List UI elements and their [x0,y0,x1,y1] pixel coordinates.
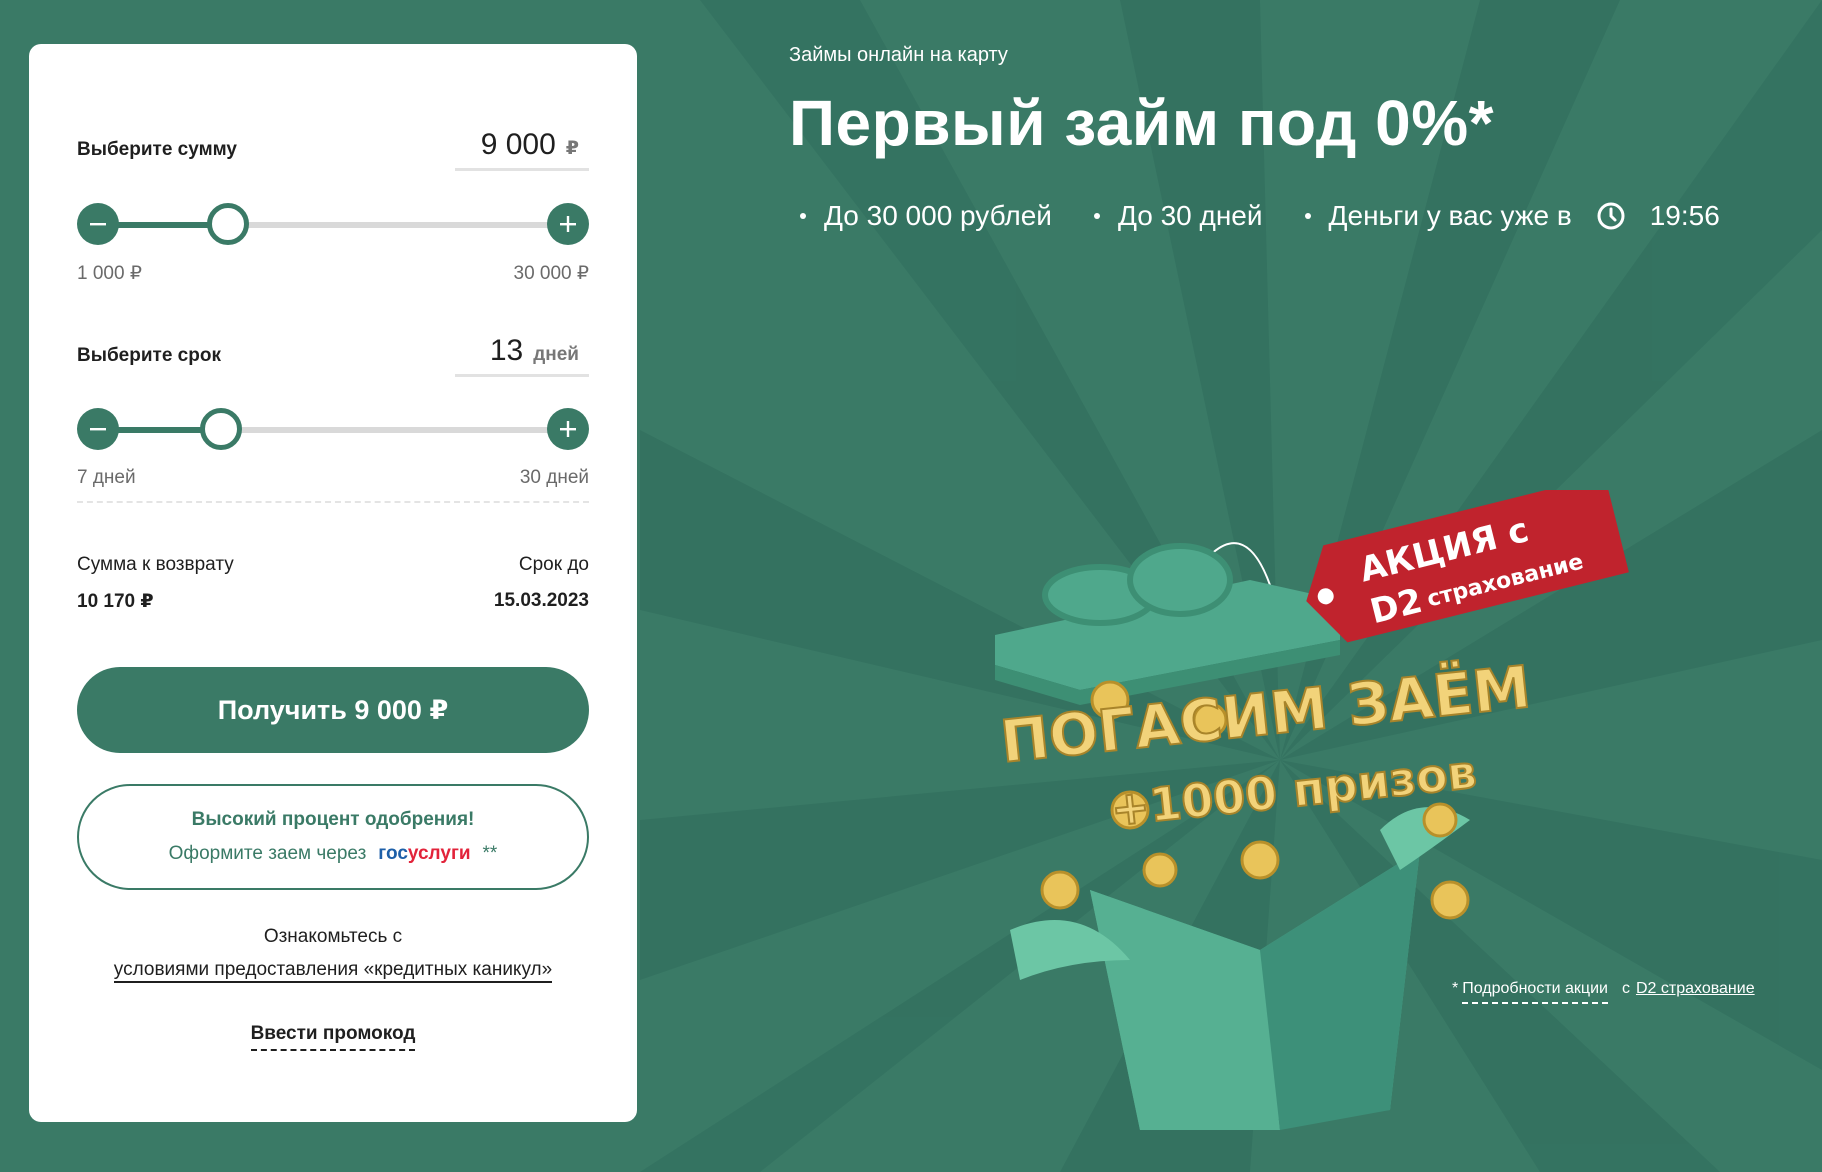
minus-icon [90,223,106,226]
hero-bullets: До 30 000 рублей До 30 дней Деньги у вас… [800,200,1720,232]
gosuslugi-text: Оформите заем через [168,843,367,864]
amount-max-label: 30 000 ₽ [513,263,589,284]
amount-slider-thumb[interactable] [207,203,250,245]
promo-tag: АКЦИЯ с D2 страхование [1306,490,1629,643]
amount-field[interactable]: 9 000 ₽ [455,128,589,171]
terms-intro: Ознакомьтесь с [263,926,403,947]
amount-min-label: 1 000 ₽ [77,263,142,284]
promo-footnote: * Подробности акции с D2 страхование [1452,980,1755,1004]
term-min-label: 7 дней [77,467,136,488]
term-label: Выберите срок [77,344,221,366]
clock-icon [1596,201,1626,231]
summary-divider [77,501,589,503]
promo-details-link[interactable]: Подробности акции [1462,980,1608,1004]
term-header: Выберите срок 13 дней [77,334,589,377]
promo-gift-illustration[interactable]: ПОГАСИМ ЗАЁМ +1000 призов АКЦИЯ с D2 стр… [960,490,1660,1130]
credit-holidays-terms-link[interactable]: условиями предоставления «кредитных кани… [113,959,553,983]
term-max-label: 30 дней [519,467,589,488]
gosuslugi-text-row: Оформите заем через госуслуги ** [169,843,498,865]
gift-bow-right [1127,543,1233,617]
delivery-time: 19:56 [1649,200,1720,231]
bullet-item: Деньги у вас уже в 19:56 [1304,200,1720,232]
gosuslugi-footnote-mark: ** [482,843,498,864]
amount-header: Выберите сумму 9 000 ₽ [77,128,589,171]
plus-icon [560,216,576,232]
term-value[interactable]: 13 [490,334,523,368]
due-date-value: 15.03.2023 [493,590,589,611]
promo-code-link[interactable]: Ввести промокод [250,1023,416,1051]
footnote-star: * [1452,980,1459,997]
amount-label: Выберите сумму [77,138,237,160]
amount-decrease-button[interactable] [77,203,119,245]
credit-holidays-terms: условиями предоставления «кредитных кани… [77,959,589,983]
d2-insurance-link[interactable]: D2 страхование [1636,980,1755,1004]
term-field[interactable]: 13 дней [455,334,589,377]
term-decrease-button[interactable] [77,408,119,450]
hero-eyebrow: Займы онлайн на карту [789,44,1008,66]
loan-calculator-card: Выберите сумму 9 000 ₽ 1 000 ₽ 30 000 ₽ … [29,44,637,1122]
term-unit: дней [533,344,579,365]
plus-icon [560,421,576,437]
term-slider[interactable] [77,408,589,452]
get-loan-button[interactable]: Получить 9 000 ₽ [77,667,589,753]
footnote-prefix: с [1621,980,1630,997]
amount-range-labels: 1 000 ₽ 30 000 ₽ [77,262,589,285]
term-slider-thumb[interactable] [200,408,243,450]
bullet-item: До 30 000 рублей [800,200,1052,232]
bullet-item: До 30 дней [1093,200,1263,232]
minus-icon [90,428,106,431]
amount-slider[interactable] [77,203,589,247]
gosuslugi-banner[interactable]: Высокий процент одобрения! Оформите заем… [77,784,589,890]
term-range-labels: 7 дней 30 дней [77,467,589,489]
amount-increase-button[interactable] [547,203,589,245]
return-amount-value: 10 170 ₽ [77,591,154,612]
gosuslugi-logo: госуслуги [378,843,471,864]
due-date-label: Срок до [518,554,589,575]
approval-title: Высокий процент одобрения! [191,809,475,830]
term-increase-button[interactable] [547,408,589,450]
amount-value[interactable]: 9 000 [481,128,556,162]
loan-summary: Сумма к возврату 10 170 ₽ Срок до 15.03.… [77,554,589,613]
promo-code-row: Ввести промокод [77,1023,589,1051]
hero-title: Первый займ под 0%* [789,87,1495,159]
return-amount-label: Сумма к возврату [77,554,234,575]
amount-unit: ₽ [565,138,579,159]
